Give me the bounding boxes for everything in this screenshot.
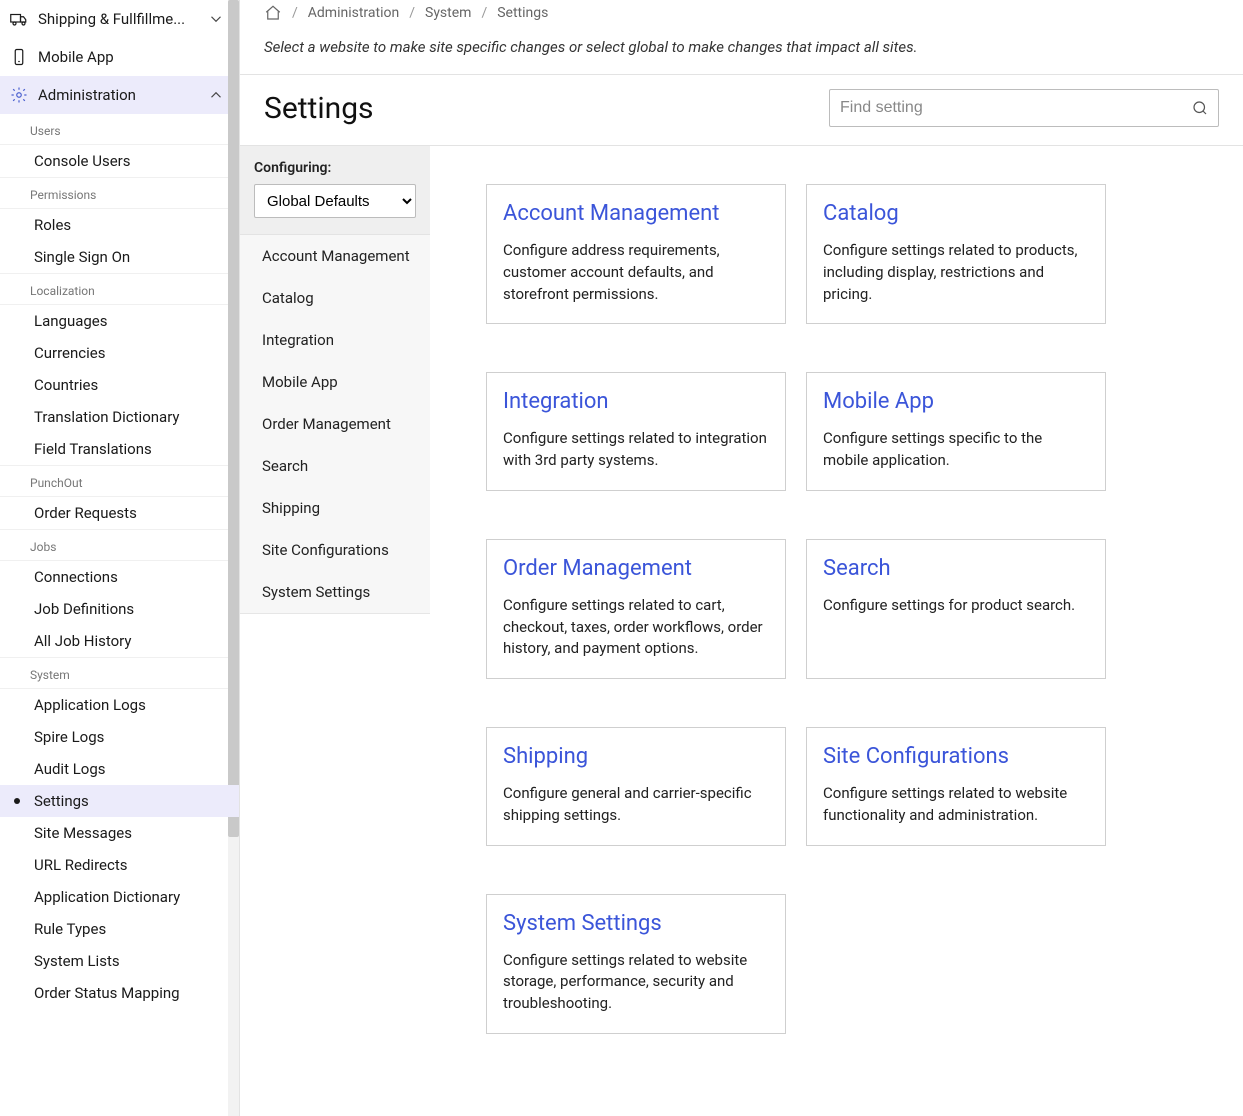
category-nav-order-management[interactable]: Order Management [240,403,430,445]
settings-card-search[interactable]: Search Configure settings for product sea… [806,539,1106,679]
card-title: Integration [503,389,769,414]
sidebar-group-header: Users [0,114,239,145]
page-description: Select a website to make site specific c… [240,26,1243,75]
category-nav-shipping[interactable]: Shipping [240,487,430,529]
page-title: Settings [264,91,374,126]
card-description: Configure settings related to website fu… [823,783,1089,827]
search-input[interactable] [829,89,1219,127]
card-title: Catalog [823,201,1089,226]
sidebar-subitem-spire-logs[interactable]: Spire Logs [0,721,239,753]
card-description: Configure settings related to cart, chec… [503,595,769,660]
chevron-down-icon [207,10,225,28]
settings-card-area: Account Management Configure address requ… [430,146,1243,1116]
card-description: Configure settings for product search. [823,595,1089,617]
primary-sidebar: Shipping & Fullfillme... Mobile App Admini… [0,0,240,1116]
settings-card-mobile-app[interactable]: Mobile App Configure settings specific to… [806,372,1106,491]
sidebar-subitem-single-sign-on[interactable]: Single Sign On [0,241,239,273]
sidebar-subitem-system-lists[interactable]: System Lists [0,945,239,977]
category-nav-integration[interactable]: Integration [240,319,430,361]
sidebar-subitem-job-definitions[interactable]: Job Definitions [0,593,239,625]
configuring-block: Configuring: Global Defaults [240,146,430,235]
sidebar-item-mobile-app[interactable]: Mobile App [0,38,239,76]
sidebar-subitem-field-translations[interactable]: Field Translations [0,433,239,465]
card-description: Configure settings related to website st… [503,950,769,1015]
settings-card-shipping[interactable]: Shipping Configure general and carrier-sp… [486,727,786,846]
sidebar-item-label: Shipping & Fullfillme... [38,10,197,28]
sidebar-subitem-currencies[interactable]: Currencies [0,337,239,369]
card-title: System Settings [503,911,769,936]
category-nav-mobile-app[interactable]: Mobile App [240,361,430,403]
settings-card-system-settings[interactable]: System Settings Configure settings relate… [486,894,786,1034]
category-nav-account-management[interactable]: Account Management [240,235,430,277]
breadcrumb-sep: / [481,5,487,21]
chevron-up-icon [207,86,225,104]
sidebar-subitem-connections[interactable]: Connections [0,561,239,593]
breadcrumb-admin[interactable]: Administration [308,5,399,21]
sidebar-item-administration[interactable]: Administration [0,76,239,114]
sidebar-item-label: Administration [38,86,197,104]
breadcrumb: / Administration / System / Settings [240,0,1243,26]
sidebar-group-header: Jobs [0,529,239,561]
gear-icon [10,86,28,104]
card-title: Search [823,556,1089,581]
sidebar-item-label: Mobile App [38,48,225,66]
sidebar-subitem-audit-logs[interactable]: Audit Logs [0,753,239,785]
card-description: Configure settings related to products, … [823,240,1089,305]
breadcrumb-settings[interactable]: Settings [497,5,548,21]
mobile-icon [10,48,28,66]
content-row: Configuring: Global Defaults Account Man… [240,145,1243,1116]
sidebar-group-header: PunchOut [0,465,239,497]
sidebar-subitem-order-requests[interactable]: Order Requests [0,497,239,529]
truck-icon [10,10,28,28]
card-description: Configure general and carrier-specific s… [503,783,769,827]
card-description: Configure settings specific to the mobil… [823,428,1089,472]
breadcrumb-sep: / [409,5,415,21]
sidebar-subitem-rule-types[interactable]: Rule Types [0,913,239,945]
sidebar-subitem-application-dictionary[interactable]: Application Dictionary [0,881,239,913]
category-nav-search[interactable]: Search [240,445,430,487]
scope-select[interactable]: Global Defaults [254,184,416,218]
breadcrumb-system[interactable]: System [425,5,471,21]
sidebar-subitem-countries[interactable]: Countries [0,369,239,401]
sidebar-subitem-site-messages[interactable]: Site Messages [0,817,239,849]
sidebar-subitem-all-job-history[interactable]: All Job History [0,625,239,657]
card-description: Configure address requirements, customer… [503,240,769,305]
search-icon[interactable] [1191,99,1209,117]
configuring-label: Configuring: [254,160,416,176]
card-description: Configure settings related to integratio… [503,428,769,472]
card-title: Site Configurations [823,744,1089,769]
settings-card-integration[interactable]: Integration Configure settings related to… [486,372,786,491]
home-icon[interactable] [264,4,282,22]
breadcrumb-sep: / [292,5,298,21]
sidebar-subitem-languages[interactable]: Languages [0,305,239,337]
settings-card-account-management[interactable]: Account Management Configure address requ… [486,184,786,324]
sidebar-subitem-order-status-mapping[interactable]: Order Status Mapping [0,977,239,1009]
sidebar-subitem-console-users[interactable]: Console Users [0,145,239,177]
settings-card-site-configurations[interactable]: Site Configurations Configure settings re… [806,727,1106,846]
settings-search [829,89,1219,127]
sidebar-item-shipping-fullfillme-[interactable]: Shipping & Fullfillme... [0,0,239,38]
card-title: Account Management [503,201,769,226]
sidebar-subitem-application-logs[interactable]: Application Logs [0,689,239,721]
sidebar-subitem-url-redirects[interactable]: URL Redirects [0,849,239,881]
title-row: Settings [240,75,1243,145]
sidebar-group-header: System [0,657,239,689]
sidebar-group-header: Localization [0,273,239,305]
settings-category-sidebar: Configuring: Global Defaults Account Man… [240,146,430,1116]
card-title: Mobile App [823,389,1089,414]
category-nav-system-settings[interactable]: System Settings [240,571,430,613]
category-nav-catalog[interactable]: Catalog [240,277,430,319]
main-area: / Administration / System / Settings Sel… [240,0,1243,1116]
card-title: Shipping [503,744,769,769]
sidebar-subitem-translation-dictionary[interactable]: Translation Dictionary [0,401,239,433]
settings-card-catalog[interactable]: Catalog Configure settings related to pro… [806,184,1106,324]
card-title: Order Management [503,556,769,581]
sidebar-subitem-roles[interactable]: Roles [0,209,239,241]
settings-card-order-management[interactable]: Order Management Configure settings relat… [486,539,786,679]
sidebar-subitem-settings[interactable]: Settings [0,785,239,817]
sidebar-group-header: Permissions [0,177,239,209]
category-nav-site-configurations[interactable]: Site Configurations [240,529,430,571]
